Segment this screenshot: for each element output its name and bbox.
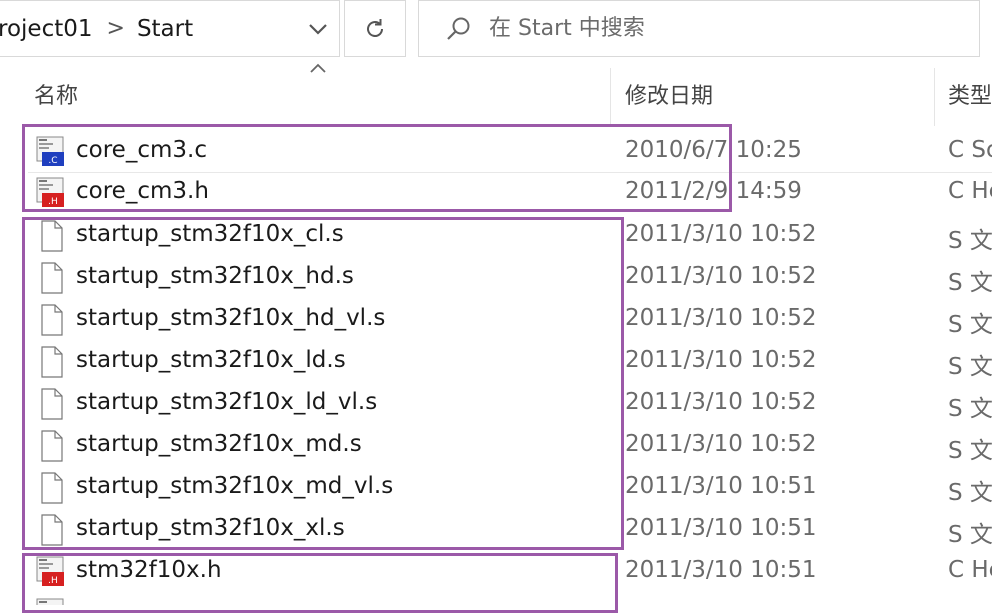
column-header-date[interactable]: 修改日期 (625, 78, 713, 110)
file-name: core_cm3.h (76, 178, 209, 204)
file-type: C He (948, 557, 992, 583)
file-date: 2011/3/10 10:52 (625, 221, 817, 247)
file-type: S 文 (948, 228, 992, 254)
file-name: startup_stm32f10x_ld_vl.s (76, 389, 378, 415)
file-row[interactable]: startup_stm32f10x_hd.s 2011/3/10 10:52 S… (0, 257, 992, 299)
file-date: 2011/3/10 10:52 (625, 263, 817, 289)
file-date: 2011/3/10 10:52 (625, 347, 817, 373)
file-row[interactable]: startup_stm32f10x_hd_vl.s 2011/3/10 10:5… (0, 299, 992, 341)
file-row[interactable]: startup_stm32f10x_ld_vl.s 2011/3/10 10:5… (0, 383, 992, 425)
file-type: C So (948, 137, 992, 163)
blank-file-icon (41, 220, 63, 252)
file-row[interactable]: startup_stm32f10x_xl.s 2011/3/10 10:51 S… (0, 509, 992, 551)
column-header: 名称 修改日期 类型 (0, 68, 992, 126)
file-type: S 文 (948, 354, 992, 380)
file-name: startup_stm32f10x_md.s (76, 431, 362, 457)
file-row[interactable]: startup_stm32f10x_cl.s 2011/3/10 10:52 S… (0, 215, 992, 257)
search-box[interactable] (418, 0, 980, 57)
column-header-name[interactable]: 名称 (34, 78, 78, 110)
file-type: S 文 (948, 522, 992, 548)
svg-text:.H: .H (48, 197, 58, 207)
file-name: startup_stm32f10x_hd_vl.s (76, 305, 386, 331)
blank-file-icon (41, 262, 63, 294)
file-date: 2011/3/10 10:52 (625, 431, 817, 457)
column-divider[interactable] (610, 68, 611, 126)
file-name: startup_stm32f10x_cl.s (76, 221, 344, 247)
address-bar[interactable]: roject01 > Start (0, 0, 340, 57)
svg-text:.H: .H (48, 576, 58, 586)
file-date: 2011/3/10 10:51 (625, 557, 817, 583)
blank-file-icon (41, 514, 63, 546)
file-date: 2010/6/7 10:25 (625, 137, 802, 163)
file-type: S 文 (948, 396, 992, 422)
file-type: S 文 (948, 480, 992, 506)
blank-file-icon (41, 472, 63, 504)
file-name: stm32f10x.h (76, 557, 222, 583)
toolbar: roject01 > Start (0, 0, 992, 60)
file-row[interactable]: .C core_cm3.c 2010/6/7 10:25 C So (0, 131, 992, 173)
c-source-file-icon: .C (36, 136, 64, 166)
breadcrumb-separator: > (106, 16, 125, 41)
file-name: startup_stm32f10x_hd.s (76, 263, 354, 289)
refresh-icon (367, 18, 383, 37)
svg-text:.C: .C (48, 156, 57, 166)
file-date: 2011/3/10 10:51 (625, 515, 817, 541)
file-row[interactable]: startup_stm32f10x_md_vl.s 2011/3/10 10:5… (0, 467, 992, 509)
file-type: S 文 (948, 270, 992, 296)
file-row-partial[interactable] (0, 593, 992, 605)
file-type: C He (948, 178, 992, 204)
breadcrumb-start[interactable]: Start (137, 16, 193, 42)
search-input[interactable] (489, 16, 929, 41)
blank-file-icon (41, 430, 63, 462)
file-date: 2011/3/10 10:52 (625, 389, 817, 415)
chevron-down-icon[interactable] (307, 18, 329, 40)
blank-file-icon (41, 304, 63, 336)
search-icon (447, 17, 470, 40)
file-name: startup_stm32f10x_xl.s (76, 515, 345, 541)
file-name: startup_stm32f10x_ld.s (76, 347, 346, 373)
file-date: 2011/3/10 10:51 (625, 473, 817, 499)
column-header-type[interactable]: 类型 (948, 78, 992, 110)
breadcrumb-project[interactable]: roject01 (0, 16, 93, 42)
file-row[interactable]: startup_stm32f10x_md.s 2011/3/10 10:52 S… (0, 425, 992, 467)
blank-file-icon (41, 388, 63, 420)
file-date: 2011/2/9 14:59 (625, 178, 802, 204)
file-row[interactable]: .H stm32f10x.h 2011/3/10 10:51 C He (0, 551, 992, 593)
refresh-button[interactable] (344, 0, 406, 57)
column-divider[interactable] (934, 68, 935, 126)
file-type: S 文 (948, 438, 992, 464)
file-row[interactable]: .H core_cm3.h 2011/2/9 14:59 C He (0, 172, 992, 214)
c-header-file-icon: .H (36, 556, 64, 586)
file-name: startup_stm32f10x_md_vl.s (76, 473, 394, 499)
file-row[interactable]: startup_stm32f10x_ld.s 2011/3/10 10:52 S… (0, 341, 992, 383)
file-icon (36, 598, 64, 605)
file-type: S 文 (948, 312, 992, 338)
file-date: 2011/3/10 10:52 (625, 305, 817, 331)
file-name: core_cm3.c (76, 137, 207, 163)
blank-file-icon (41, 346, 63, 378)
c-header-file-icon: .H (36, 177, 64, 207)
